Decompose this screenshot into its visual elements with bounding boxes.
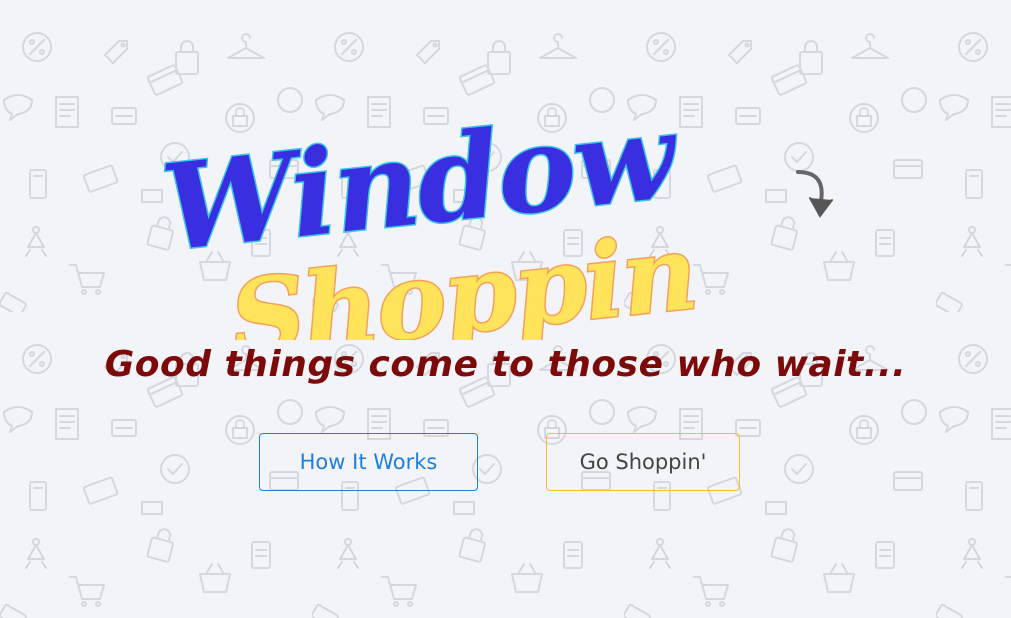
redo-arrow-icon [796,170,833,218]
go-shoppin-button[interactable]: Go Shoppin' [546,433,740,491]
hero-tagline: Good things come to those who wait... [104,344,907,385]
window-shoppin-logo: Window Shoppin [155,84,833,340]
how-it-works-button[interactable]: How It Works [259,433,478,491]
